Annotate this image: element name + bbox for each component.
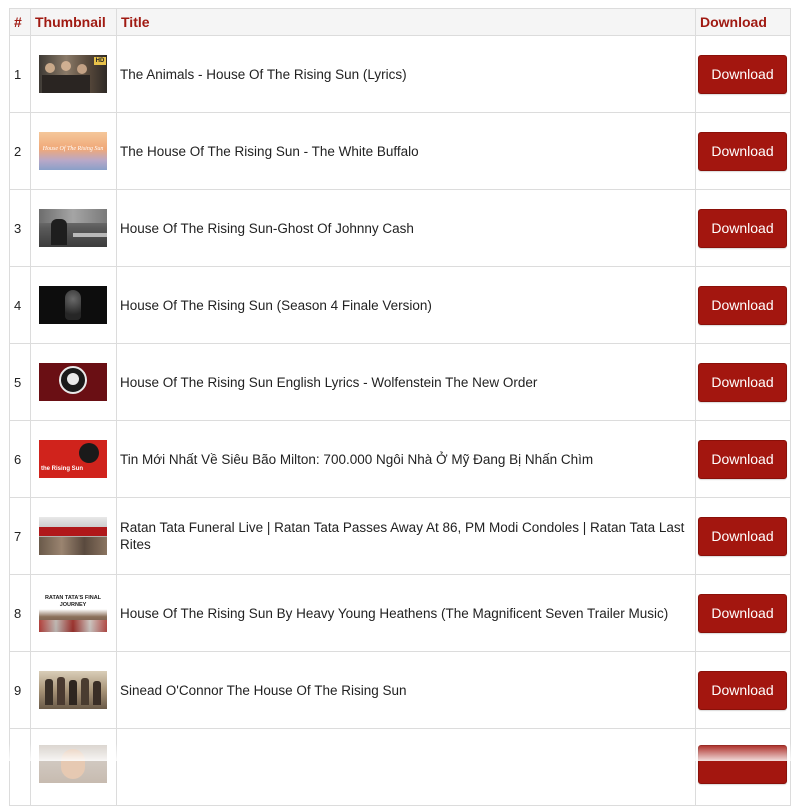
road-figure-thumbnail[interactable]: [39, 209, 107, 247]
row-title: Sinead O'Connor The House Of The Rising …: [116, 651, 696, 729]
results-table-container: # Thumbnail Title Download 1 HD The Anim…: [9, 8, 791, 806]
row-number: 2: [9, 112, 31, 190]
table-row: 2 House Of The Rising Sun The House Of T…: [9, 112, 791, 190]
download-button[interactable]: Download: [698, 516, 787, 556]
row-title: House Of The Rising Sun English Lyrics -…: [116, 343, 696, 421]
thumb-text: House Of The Rising Sun: [42, 146, 104, 152]
download-button[interactable]: Download: [698, 285, 787, 325]
table-row: 3 House Of The Rising Sun-Ghost Of Johnn…: [9, 189, 791, 267]
row-title: House Of The Rising Sun By Heavy Young H…: [116, 574, 696, 652]
download-button[interactable]: Download: [698, 362, 787, 402]
table-row: 4 House Of The Rising Sun (Season 4 Fina…: [9, 266, 791, 344]
download-button[interactable]: [698, 745, 787, 784]
row-title: The Animals - House Of The Rising Sun (L…: [116, 35, 696, 113]
download-button[interactable]: Download: [698, 439, 787, 479]
thumb-text: the Rising Sun: [41, 466, 83, 472]
download-button[interactable]: Download: [698, 593, 787, 633]
table-row: 9 Sinead O'Connor The House Of The Risin…: [9, 651, 791, 729]
download-button[interactable]: Download: [698, 208, 787, 248]
row-title: Tin Mới Nhất Về Siêu Bão Milton: 700.000…: [116, 420, 696, 498]
download-button[interactable]: Download: [698, 670, 787, 710]
row-number: 8: [9, 574, 31, 652]
row-number: 7: [9, 497, 31, 575]
portrait-thumbnail[interactable]: [39, 745, 107, 783]
cowboys-thumbnail[interactable]: [39, 671, 107, 709]
table-row: 7 Ratan Tata Funeral Live | Ratan Tata P…: [9, 497, 791, 575]
final-journey-thumbnail[interactable]: RATAN TATA'S FINAL JOURNEY: [39, 594, 107, 632]
hd-badge: HD: [94, 57, 106, 65]
header-number: #: [9, 8, 31, 36]
row-number: 4: [9, 266, 31, 344]
row-number: 6: [9, 420, 31, 498]
download-button[interactable]: Download: [698, 54, 787, 94]
red-lyrics-thumbnail[interactable]: the Rising Sun: [39, 440, 107, 478]
row-title: House Of The Rising Sun-Ghost Of Johnny …: [116, 189, 696, 267]
row-number: 1: [9, 35, 31, 113]
header-thumbnail: Thumbnail: [30, 8, 117, 36]
thumb-text: RATAN TATA'S FINAL JOURNEY: [44, 595, 102, 608]
table-row: 1 HD The Animals - House Of The Rising S…: [9, 35, 791, 113]
row-title: Ratan Tata Funeral Live | Ratan Tata Pas…: [116, 497, 696, 575]
table-row: [9, 728, 791, 806]
band-photo-thumbnail[interactable]: HD: [39, 55, 107, 93]
table-header-row: # Thumbnail Title Download: [9, 8, 791, 36]
header-download: Download: [695, 8, 791, 36]
row-number: 9: [9, 651, 31, 729]
dark-figure-thumbnail[interactable]: [39, 286, 107, 324]
row-title: [116, 728, 696, 806]
results-table: # Thumbnail Title Download 1 HD The Anim…: [9, 8, 791, 806]
skull-emblem-thumbnail[interactable]: [39, 363, 107, 401]
row-title: House Of The Rising Sun (Season 4 Finale…: [116, 266, 696, 344]
table-row: 8 RATAN TATA'S FINAL JOURNEY House Of Th…: [9, 574, 791, 652]
row-number: 5: [9, 343, 31, 421]
row-number: 3: [9, 189, 31, 267]
sunset-lyrics-thumbnail[interactable]: House Of The Rising Sun: [39, 132, 107, 170]
table-row: 6 the Rising Sun Tin Mới Nhất Về Siêu Bã…: [9, 420, 791, 498]
row-number: [9, 728, 31, 806]
row-title: The House Of The Rising Sun - The White …: [116, 112, 696, 190]
download-button[interactable]: Download: [698, 131, 787, 171]
table-row: 5 House Of The Rising Sun English Lyrics…: [9, 343, 791, 421]
news-crowd-thumbnail[interactable]: [39, 517, 107, 555]
header-title: Title: [116, 8, 696, 36]
